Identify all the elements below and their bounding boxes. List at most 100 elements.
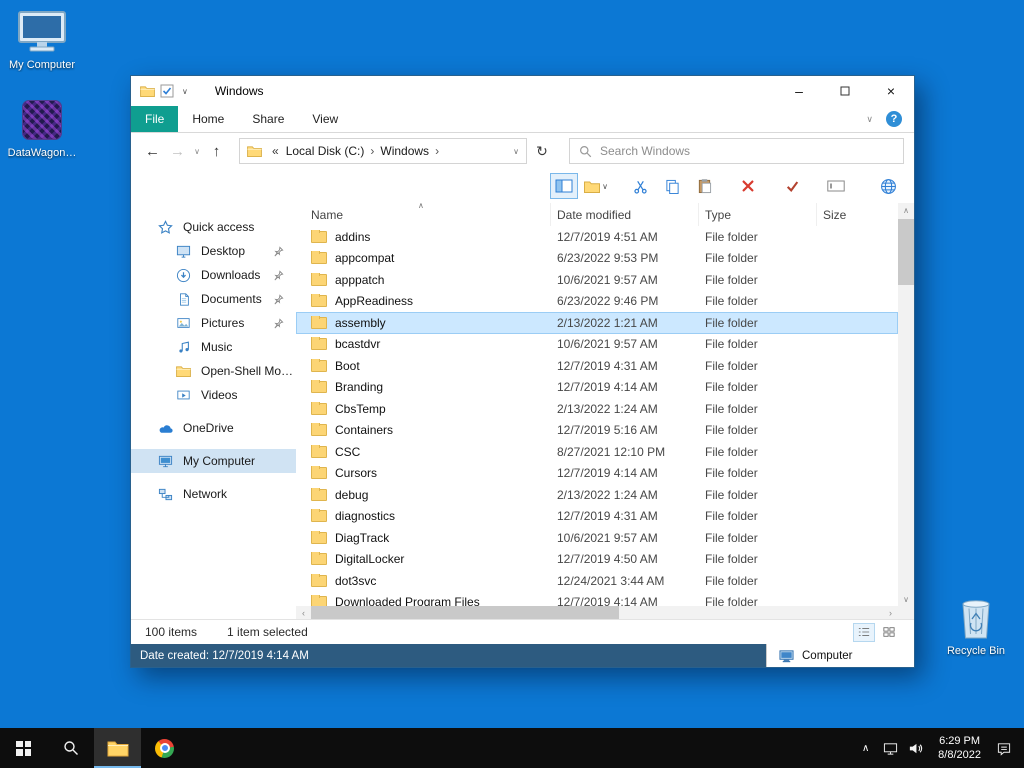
back-button[interactable]: ← <box>141 139 164 163</box>
properties-button[interactable] <box>778 173 806 199</box>
sidebar-item-desktop[interactable]: Desktop <box>131 239 296 263</box>
sidebar-item-videos[interactable]: Videos <box>131 383 296 407</box>
column-header-size[interactable]: Size <box>817 203 898 226</box>
menu-tab-file[interactable]: File <box>131 106 179 132</box>
delete-button[interactable] <box>734 173 762 199</box>
address-bar[interactable]: « Local Disk (C:) › Windows › ∨ <box>239 138 527 164</box>
taskbar-file-explorer-button[interactable] <box>94 728 141 768</box>
sidebar-item-my-computer[interactable]: My Computer <box>131 449 296 473</box>
new-folder-button[interactable]: ∨ <box>582 173 610 199</box>
paste-button[interactable] <box>690 173 718 199</box>
search-box[interactable] <box>569 138 904 164</box>
quick-access-caret-icon[interactable]: ∨ <box>182 87 188 96</box>
file-row-addins[interactable]: addins 12/7/2019 4:51 AM File folder <box>296 226 898 248</box>
title-bar[interactable]: ∨ Windows – × <box>131 76 914 106</box>
file-row-appcompat[interactable]: appcompat 6/23/2022 9:53 PM File folder <box>296 248 898 270</box>
vertical-scrollbar-thumb[interactable] <box>898 219 914 285</box>
cut-button[interactable] <box>626 173 654 199</box>
taskbar-clock[interactable]: 6:29 PM 8/8/2022 <box>928 734 991 763</box>
column-header-date-modified[interactable]: Date modified <box>551 203 699 226</box>
navigation-pane-button[interactable] <box>550 173 578 199</box>
file-name-cell: DigitalLocker <box>296 552 551 566</box>
quick-access-properties-icon[interactable] <box>160 84 174 98</box>
sidebar-item-label: My Computer <box>183 454 256 468</box>
address-overflow-chevron[interactable]: « <box>272 144 279 158</box>
column-header-type[interactable]: Type <box>699 203 817 226</box>
forward-button[interactable]: → <box>166 139 189 163</box>
recent-locations-icon[interactable]: ∨ <box>191 147 203 156</box>
rename-button[interactable] <box>822 173 850 199</box>
sidebar-item-downloads[interactable]: Downloads <box>131 263 296 287</box>
pin-icon <box>273 317 284 329</box>
tray-icons: ∧ <box>853 728 928 768</box>
file-row-bcastdvr[interactable]: bcastdvr 10/6/2021 9:57 AM File folder <box>296 334 898 356</box>
internet-button[interactable] <box>874 173 902 199</box>
refresh-icon[interactable]: ↻ <box>529 143 555 160</box>
scroll-up-icon[interactable]: ∧ <box>903 203 909 217</box>
desktop-icon-datawagon[interactable]: DataWagon… <box>2 96 82 160</box>
file-row-cbstemp[interactable]: CbsTemp 2/13/2022 1:24 AM File folder <box>296 398 898 420</box>
chevron-right-icon[interactable]: › <box>366 144 378 158</box>
horizontal-scrollbar-thumb[interactable] <box>311 606 619 619</box>
file-row-apppatch[interactable]: apppatch 10/6/2021 9:57 AM File folder <box>296 269 898 291</box>
address-dropdown-icon[interactable]: ∨ <box>513 147 521 156</box>
sidebar-item-documents[interactable]: Documents <box>131 287 296 311</box>
taskbar-chrome-button[interactable] <box>141 728 188 768</box>
details-view-button[interactable] <box>853 622 875 642</box>
file-row-appreadiness[interactable]: AppReadiness 6/23/2022 9:46 PM File folder <box>296 291 898 313</box>
file-row-diagnostics[interactable]: diagnostics 12/7/2019 4:31 AM File folder <box>296 506 898 528</box>
file-name: Boot <box>335 358 360 373</box>
breadcrumb-item-local-disk-c[interactable]: Local Disk (C:) <box>284 144 367 158</box>
up-button[interactable]: ↑ <box>205 139 228 163</box>
help-icon[interactable]: ? <box>886 111 902 127</box>
breadcrumb-item-windows[interactable]: Windows <box>378 144 431 158</box>
file-row-assembly[interactable]: assembly 2/13/2022 1:21 AM File folder <box>296 312 898 334</box>
vertical-scrollbar[interactable]: ∧ ∨ <box>898 203 914 606</box>
copy-button[interactable] <box>658 173 686 199</box>
file-row-branding[interactable]: Branding 12/7/2019 4:14 AM File folder <box>296 377 898 399</box>
scroll-down-icon[interactable]: ∨ <box>903 592 909 606</box>
file-row-dot3svc[interactable]: dot3svc 12/24/2021 3:44 AM File folder <box>296 570 898 592</box>
start-button[interactable] <box>0 728 47 768</box>
folder-icon <box>311 595 327 606</box>
horizontal-scrollbar[interactable]: ‹ › <box>296 606 898 619</box>
file-row-debug[interactable]: debug 2/13/2022 1:24 AM File folder <box>296 484 898 506</box>
large-icons-view-button[interactable] <box>878 623 900 642</box>
menu-tab-view[interactable]: View <box>298 106 352 132</box>
file-row-downloaded-program-files[interactable]: Downloaded Program Files 12/7/2019 4:14 A… <box>296 592 898 606</box>
file-row-digitallocker[interactable]: DigitalLocker 12/7/2019 4:50 AM File folde… <box>296 549 898 571</box>
file-row-diagtrack[interactable]: DiagTrack 10/6/2021 9:57 AM File folder <box>296 527 898 549</box>
maximize-button[interactable] <box>822 76 868 106</box>
tray-expand-icon[interactable]: ∧ <box>853 728 878 768</box>
file-date-modified: 10/6/2021 9:57 AM <box>557 337 658 352</box>
action-center-icon[interactable] <box>991 728 1016 768</box>
network-icon[interactable] <box>878 728 903 768</box>
desktop-icon-my-computer[interactable]: My Computer <box>2 8 82 72</box>
sidebar-item-network[interactable]: Network <box>131 482 296 506</box>
taskbar: ∧ 6:29 PM 8/8/2022 <box>0 728 1024 768</box>
search-input[interactable] <box>600 144 894 158</box>
navigation-pane: Quick access Desktop Downloads Documents Pic… <box>131 203 296 619</box>
sidebar-item-pictures[interactable]: Pictures <box>131 311 296 335</box>
ribbon-collapse-icon[interactable]: ∨ <box>866 114 873 125</box>
file-row-boot[interactable]: Boot 12/7/2019 4:31 AM File folder <box>296 355 898 377</box>
close-button[interactable]: × <box>868 76 914 106</box>
desktop-icon-recycle-bin[interactable]: Recycle Bin <box>936 594 1016 658</box>
menu-tab-share[interactable]: Share <box>238 106 298 132</box>
sidebar-item-quick-access[interactable]: Quick access <box>131 215 296 239</box>
scroll-right-icon[interactable]: › <box>883 608 898 618</box>
folder-icon <box>311 423 327 437</box>
file-row-cursors[interactable]: Cursors 12/7/2019 4:14 AM File folder <box>296 463 898 485</box>
taskbar-search-button[interactable] <box>47 728 94 768</box>
sidebar-item-music[interactable]: Music <box>131 335 296 359</box>
minimize-button[interactable]: – <box>776 76 822 106</box>
sidebar-item-open-shell-modern[interactable]: Open-Shell Modern <box>131 359 296 383</box>
computer-icon <box>157 454 174 469</box>
volume-icon[interactable] <box>903 728 928 768</box>
file-row-csc[interactable]: CSC 8/27/2021 12:10 PM File folder <box>296 441 898 463</box>
sidebar-item-onedrive[interactable]: OneDrive <box>131 416 296 440</box>
menu-tab-home[interactable]: Home <box>178 106 238 132</box>
scroll-left-icon[interactable]: ‹ <box>296 608 311 618</box>
file-row-containers[interactable]: Containers 12/7/2019 5:16 AM File folder <box>296 420 898 442</box>
chevron-right-icon[interactable]: › <box>431 144 443 158</box>
